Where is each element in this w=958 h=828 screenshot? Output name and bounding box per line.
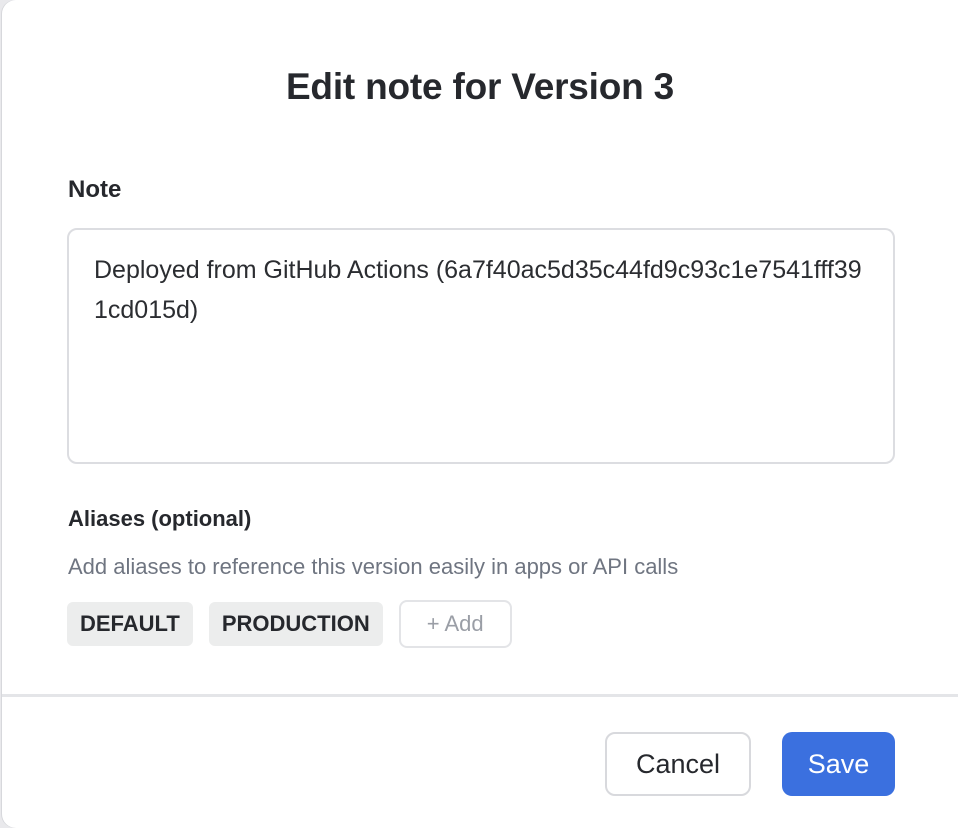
note-textarea[interactable]: Deployed from GitHub Actions (6a7f40ac5d… [67,228,895,464]
note-label: Note [68,176,122,203]
footer-divider [2,694,958,697]
save-button[interactable]: Save [782,732,895,796]
add-alias-button[interactable]: + Add [398,600,512,648]
alias-chip-production[interactable]: PRODUCTION [208,602,383,646]
edit-note-dialog: Edit note for Version 3 Note Deployed fr… [2,0,958,828]
alias-list: DEFAULT PRODUCTION + Add [67,600,512,648]
aliases-help-text: Add aliases to reference this version ea… [68,554,679,579]
aliases-label: Aliases (optional) [68,506,252,531]
alias-chip-default[interactable]: DEFAULT [67,602,193,646]
cancel-button[interactable]: Cancel [605,732,751,796]
dialog-title: Edit note for Version 3 [285,66,675,107]
